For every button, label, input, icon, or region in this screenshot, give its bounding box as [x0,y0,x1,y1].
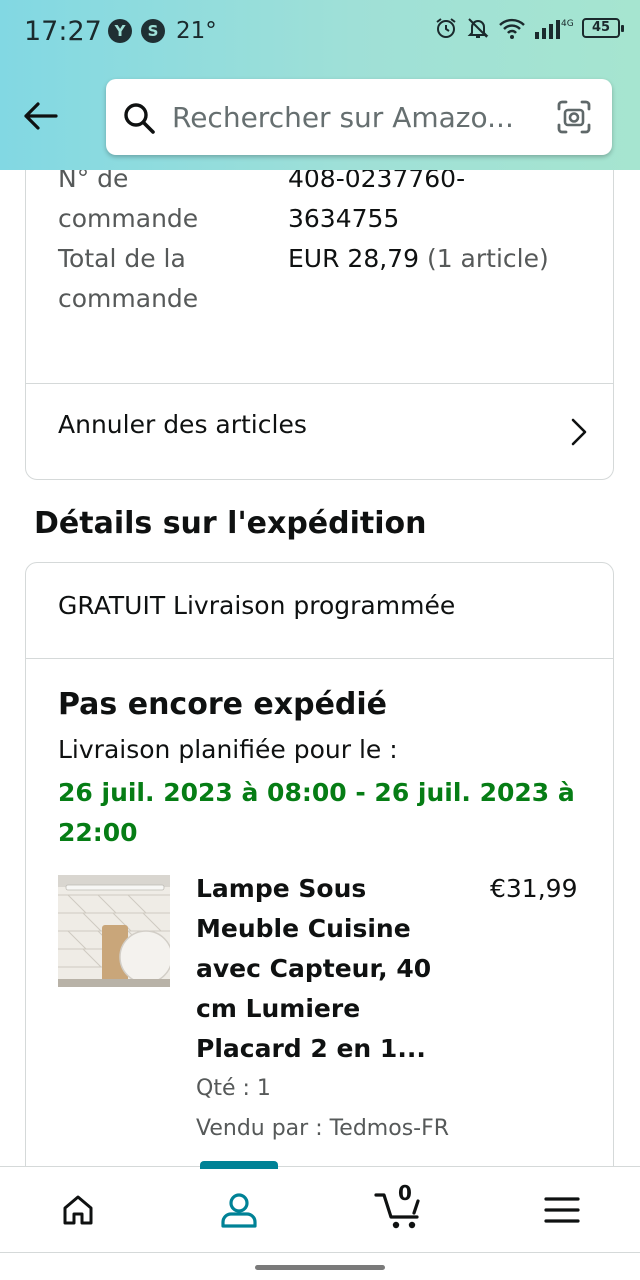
product-seller: Vendu par : Tedmos-FR [196,1116,450,1141]
nav-menu[interactable] [512,1167,612,1253]
shipment-status: Pas encore expédié [58,687,388,722]
search-bar[interactable] [106,79,612,155]
battery-icon: 45 [582,18,624,38]
status-bar: 17:27 Y S 21° 4G 45 [0,0,640,64]
app-notification-icon: Y [108,19,132,43]
order-total-items: (1 article) [426,244,549,273]
product-quantity: Qté : 1 [196,1076,271,1101]
nav-account[interactable] [189,1167,289,1253]
chevron-right-icon [571,418,587,446]
product-image[interactable] [58,875,170,987]
delivery-label: Livraison planifiée pour le : [58,735,398,764]
alarm-icon [436,18,456,38]
status-icons: 4G 45 [434,16,624,40]
back-button[interactable] [18,94,62,138]
menu-icon [544,1197,580,1223]
order-summary-card: commande N° de commande 408-0237760- 363… [25,170,614,480]
signal-icon: 4G [535,19,574,39]
wifi-icon [499,18,525,39]
status-temperature: 21° [176,18,217,44]
home-icon [63,1195,93,1225]
nav-cart[interactable] [350,1167,450,1253]
mute-bell-icon [467,18,489,38]
camera-scan-icon[interactable] [556,99,592,135]
order-total-label-2: commande [58,284,199,313]
delivery-window: 26 juil. 2023 à 08:00 - 26 juil. 2023 à … [58,778,575,847]
cart-count-badge: 0 [398,1181,412,1205]
order-number-label: N° de [58,170,129,193]
bottom-navigation: 0 [0,1161,640,1253]
divider [26,658,613,659]
account-icon [221,1193,257,1228]
product-title[interactable]: Lampe Sous Meuble Cuisine avec Capteur, … [196,869,456,1069]
cancel-items-label: Annuler des articles [58,410,307,439]
order-details-content: commande N° de commande 408-0237760- 363… [0,170,640,1167]
product-photo [58,875,170,987]
order-number-value: 408-0237760- [288,170,466,193]
shipping-type: GRATUIT Livraison programmée [58,591,456,620]
network-type: 4G [561,19,574,29]
order-total-label: Total de la [58,244,186,273]
order-total-value: EUR 28,79 (1 article) [288,239,549,279]
gesture-handle[interactable] [255,1265,385,1270]
status-time: 17:27 [24,16,102,47]
search-icon [124,103,155,134]
cancel-items-row[interactable]: Annuler des articles [26,384,613,480]
order-number-value-2: 3634755 [288,204,400,233]
order-number-label-2: commande [58,204,199,233]
order-total-amount: EUR 28,79 [288,244,419,273]
arrow-left-icon [24,102,58,130]
shipment-section-title: Détails sur l'expédition [34,506,427,541]
nav-home[interactable] [28,1167,128,1253]
shazam-notification-icon: S [141,19,165,43]
app-header: 17:27 Y S 21° 4G 45 Rechercher sur Amazo… [0,0,640,170]
product-price: €31,99 [490,874,578,903]
shipment-card: GRATUIT Livraison programmée Pas encore … [25,562,614,1167]
search-input[interactable] [172,95,552,139]
